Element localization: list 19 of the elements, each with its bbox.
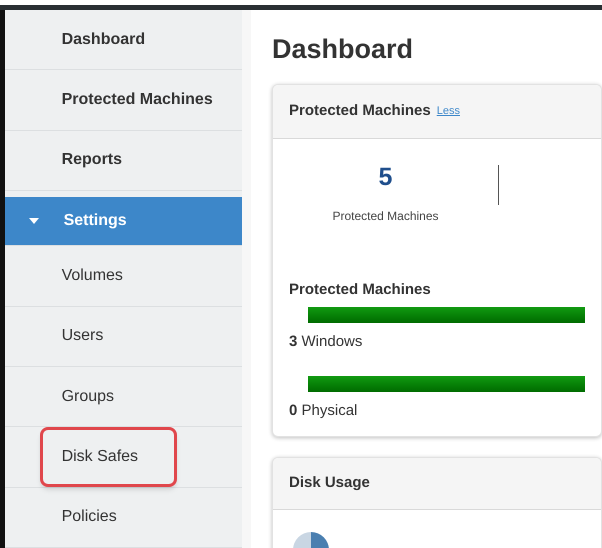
card-title: Protected Machines: [289, 101, 431, 122]
machine-stat: 0 Physical: [289, 400, 358, 420]
less-link[interactable]: Less: [436, 103, 460, 120]
sidebar-item[interactable]: Groups: [54, 384, 122, 409]
sidebar-item[interactable]: Disk Safes: [54, 444, 146, 469]
sidebar-item[interactable]: Volumes: [54, 264, 130, 288]
count-label: Protected Machines: [332, 208, 439, 224]
section-title: Protected Machines: [289, 280, 432, 300]
pie-chart-icon: [291, 530, 331, 548]
sidebar-item[interactable]: Protected Machines: [54, 88, 220, 112]
card-title: Disk Usage: [289, 473, 370, 494]
machine-stat: 3 Windows: [289, 332, 364, 352]
sidebar-item[interactable]: Reports: [54, 148, 130, 172]
page-title: Dashboard: [272, 33, 414, 66]
sidebar-item[interactable]: Dashboard: [54, 28, 152, 52]
sidebar-item[interactable]: Settings: [56, 209, 134, 234]
sidebar-item[interactable]: Policies: [54, 505, 124, 530]
sidebar-item[interactable]: Users: [54, 324, 110, 348]
machine-count: 5: [378, 162, 392, 193]
